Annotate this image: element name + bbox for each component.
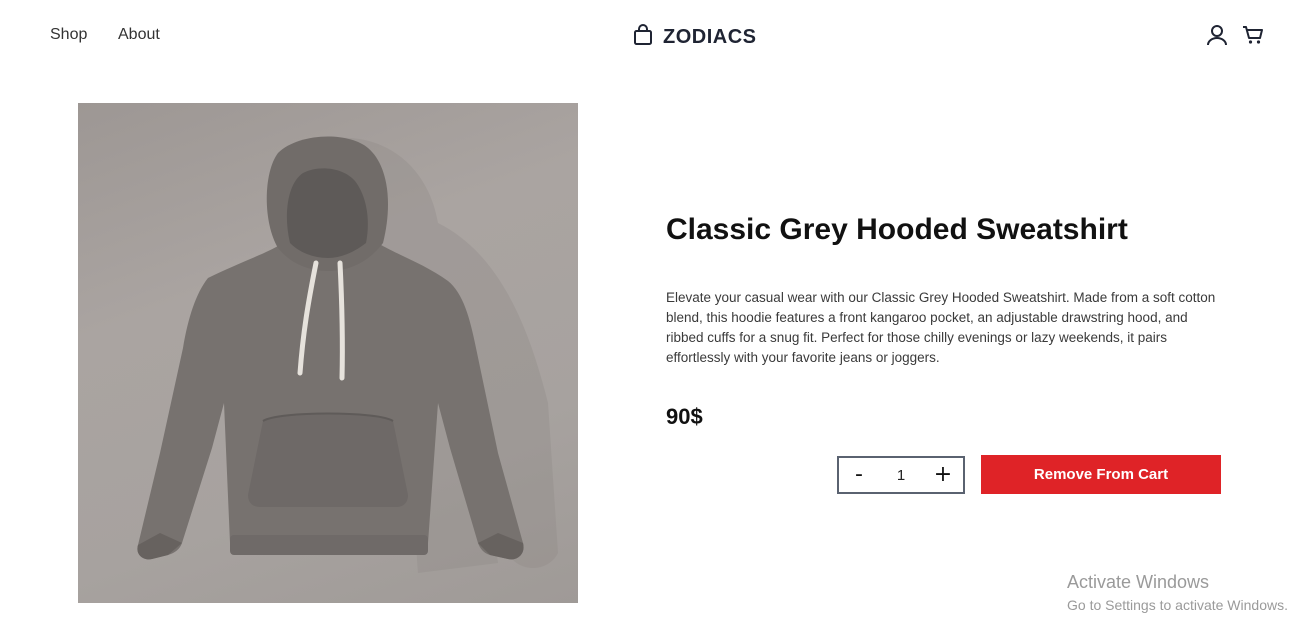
watermark-subtitle: Go to Settings to activate Windows. [1067, 597, 1288, 613]
cart-icon[interactable] [1241, 23, 1265, 47]
user-icon[interactable] [1205, 23, 1229, 47]
increment-button[interactable]: + [931, 460, 955, 490]
product-price: 90$ [666, 404, 703, 429]
decrement-button[interactable]: - [847, 460, 871, 490]
nav-about-link[interactable]: About [118, 26, 160, 44]
watermark-title: Activate Windows [1067, 572, 1210, 592]
quantity-value[interactable]: 1 [881, 467, 921, 484]
hoodie-illustration [137, 136, 558, 573]
remove-from-cart-button[interactable]: Remove From Cart [981, 455, 1221, 494]
brand-name: ZODIACS [663, 26, 757, 48]
shopping-bag-icon [633, 24, 653, 51]
nav-shop-link[interactable]: Shop [50, 26, 87, 44]
brand-logo[interactable]: ZODIACS [633, 24, 757, 51]
windows-activation-watermark: Activate Windows Go to Settings to activ… [1067, 572, 1288, 613]
quantity-stepper: - 1 + [837, 456, 965, 494]
product-title: Classic Grey Hooded Sweatshirt [666, 213, 1128, 246]
product-description: Elevate your casual wear with our Classi… [666, 290, 1216, 365]
product-image [78, 103, 578, 603]
